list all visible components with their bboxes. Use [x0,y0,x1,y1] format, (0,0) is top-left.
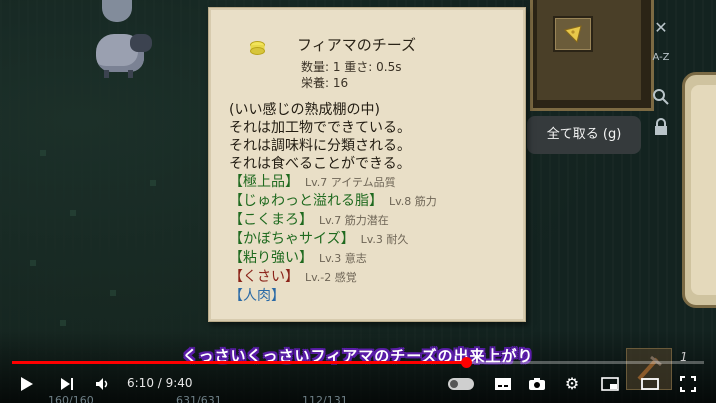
grass-tile [60,320,66,326]
theater-mode-icon[interactable] [638,372,662,396]
toggle-knob [450,380,458,388]
fullscreen-icon[interactable] [676,372,700,396]
trait-row: 【かぼちゃサイズ】 Lv.3 耐久 [229,230,437,249]
item-tooltip: フィアマのチーズ 数量: 1 重さ: 0.5s 栄養: 16 (いい感じの熟成棚… [208,7,526,322]
grass-tile [40,150,46,156]
volume-icon[interactable] [92,372,114,396]
container-panel [530,0,654,111]
item-description-line: それは調味料に分類される。 [229,138,411,154]
progress-bar[interactable] [12,357,704,368]
trait-level: Lv.3 耐久 [360,233,409,246]
miniplayer-icon[interactable] [598,372,622,396]
trait-name: 【じゅわっと溢れる脂】 [229,193,383,209]
trait-name: 【極上品】 [229,174,299,190]
trait-row: 【じゅわっと溢れる脂】 Lv.8 筋力 [229,192,437,211]
item-name: フィアマのチーズ [297,36,416,54]
side-scroll-inner [691,85,716,295]
trait-row: 【くさい】 Lv.-2 感覚 [229,268,437,287]
trait-level: Lv.-2 感覚 [305,271,357,284]
sheep-head [130,34,152,52]
trait-name: 【かぼちゃサイズ】 [229,231,355,247]
item-description-line: (いい感じの熟成棚の中) [229,102,380,118]
stat-readout: 631/631 [176,394,222,403]
grass-tile [30,260,36,266]
trait-name: 【粘り強い】 [229,250,313,266]
side-scroll-panel [682,72,716,308]
autoplay-toggle[interactable] [448,378,474,390]
inventory-slot[interactable] [553,16,593,52]
subtitles-icon[interactable] [492,372,514,396]
trait-row: 【粘り強い】 Lv.3 意志 [229,249,437,268]
next-icon[interactable] [56,372,78,396]
trait-row: 【こくまろ】 Lv.7 筋力潜在 [229,211,437,230]
item-quantity-weight: 数量: 1 重さ: 0.5s [301,60,402,74]
cheese-slot-icon [564,25,582,43]
stat-readout: 112/131 [302,394,348,403]
search-icon[interactable] [650,88,672,110]
game-viewport: ✕ A-Z 全て取る (g) フィアマのチーズ 数量: 1 重さ: 0.5s 栄… [0,0,716,403]
ghost-sprite [102,0,132,22]
sort-icon[interactable]: A-Z [650,47,672,69]
trait-level: Lv.3 意志 [319,252,367,265]
trait-level: Lv.7 アイテム品質 [305,176,396,189]
cheese-icon [250,41,265,55]
item-nutrition: 栄養: 16 [301,76,349,90]
sheep-leg [128,70,133,78]
progress-fill [12,361,466,364]
progress-scrubber[interactable] [460,357,472,368]
lock-icon[interactable] [650,118,672,140]
camera-icon[interactable] [526,372,548,396]
trait-level: Lv.8 筋力 [389,195,437,208]
trait-name: 【こくまろ】 [229,212,313,228]
time-display: 6:10 / 9:40 [127,376,193,390]
grass-tile [110,290,116,296]
sheep-leg [104,70,109,78]
settings-gear-icon[interactable]: ⚙ [561,372,583,396]
close-icon[interactable]: ✕ [650,17,672,39]
play-icon[interactable] [16,372,38,396]
grass-tile [70,210,76,216]
trait-level: Lv.7 筋力潜在 [319,214,389,227]
grass-tile [150,180,156,186]
item-details: (いい感じの熟成棚の中) それは加工物でできている。 それは調味料に分類される。… [229,101,437,305]
item-description-line: それは食べることができる。 [229,156,411,172]
take-all-button[interactable]: 全て取る (g) [527,116,641,154]
item-description-line: それは加工物でできている。 [229,120,411,136]
trait-row: 【極上品】 Lv.7 アイテム品質 [229,173,437,192]
stat-readout: 160/160 [48,394,94,403]
trait-row: 【人肉】 [229,287,437,305]
trait-name: 【くさい】 [229,269,299,285]
trait-name: 【人肉】 [229,288,285,304]
